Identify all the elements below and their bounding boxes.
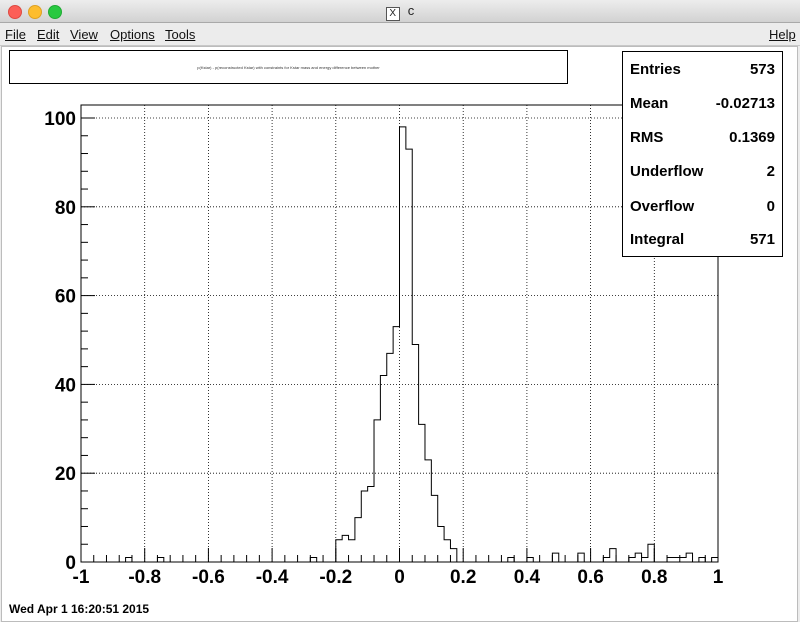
x-tick-label: 0.6 (577, 567, 603, 588)
stat-integral: Integral 571 (630, 231, 775, 251)
plot-title-box: p(Kstar) - p(reconstructed Kstar) with c… (9, 50, 568, 84)
plot-title: p(Kstar) - p(reconstructed Kstar) with c… (197, 65, 380, 70)
x-axis-tick-labels: -1 -0.8 -0.6 -0.4 -0.2 0 0.2 0.4 0.6 0.8 1 (73, 567, 724, 588)
x-tick-label: -0.8 (128, 567, 161, 588)
stat-label: Underflow (630, 163, 704, 180)
stat-value: 2 (766, 163, 775, 180)
x-tick-label: -0.4 (256, 567, 289, 588)
y-axis-tick-labels: 0 20 40 60 80 100 (44, 109, 76, 574)
stat-overflow: Overflow 0 (630, 198, 775, 218)
stat-value: 573 (749, 61, 775, 78)
x-tick-label: -0.2 (319, 567, 352, 588)
stat-rms: RMS 0.1369 (630, 129, 775, 149)
x-tick-label: 0.8 (641, 567, 667, 588)
stat-entries: Entries 573 (630, 61, 775, 81)
x-tick-label: 0.2 (450, 567, 476, 588)
stat-value: 0 (766, 198, 775, 215)
y-tick-label: 40 (55, 375, 76, 396)
x-tick-label: 0 (394, 567, 405, 588)
stat-value: -0.02713 (715, 95, 775, 112)
stat-label: Integral (630, 231, 685, 248)
stat-label: RMS (630, 129, 664, 146)
y-tick-label: 60 (55, 287, 76, 308)
y-tick-label: 100 (44, 109, 76, 130)
stat-label: Overflow (630, 198, 695, 215)
stat-value: 571 (749, 231, 775, 248)
stat-label: Entries (630, 61, 681, 78)
stat-value: 0.1369 (729, 129, 775, 146)
y-tick-label: 80 (55, 198, 76, 219)
y-tick-label: 0 (65, 553, 76, 574)
stats-box[interactable]: Entries 573 Mean -0.02713 RMS 0.1369 Und… (622, 51, 783, 257)
x-tick-label: 1 (713, 567, 724, 588)
y-tick-label: 20 (55, 464, 76, 485)
timestamp-label: Wed Apr 1 16:20:51 2015 (9, 602, 150, 616)
stat-label: Mean (630, 95, 669, 112)
stat-underflow: Underflow 2 (630, 163, 775, 183)
x-tick-label: -0.6 (192, 567, 225, 588)
stat-mean: Mean -0.02713 (630, 95, 775, 115)
x-tick-label: 0.4 (514, 567, 541, 588)
